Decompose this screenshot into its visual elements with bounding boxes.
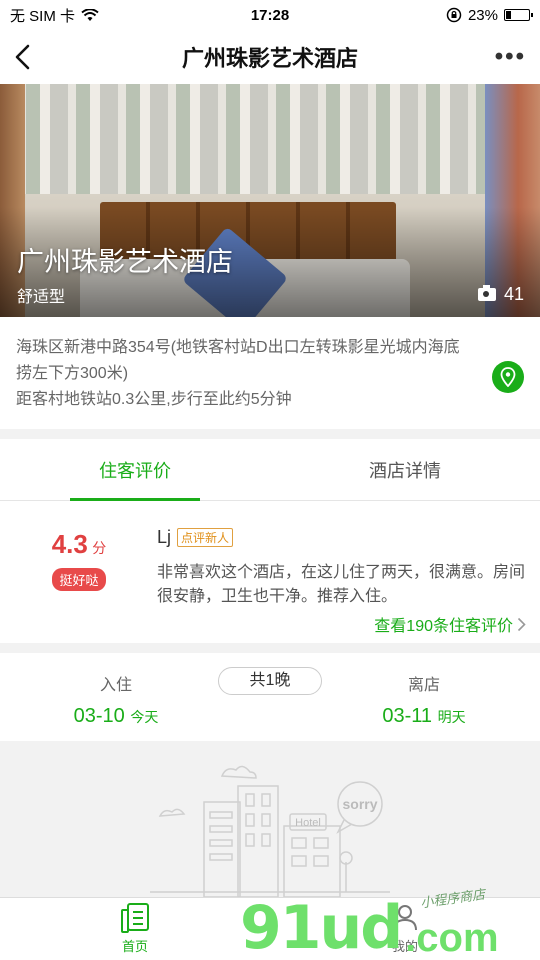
- tabbar-home[interactable]: 首页: [95, 902, 175, 955]
- distance-text: 距客村地铁站0.3公里,步行至此约5分钟: [16, 391, 292, 408]
- camera-icon: [477, 285, 496, 301]
- hotel-photo[interactable]: 广州珠影艺术酒店 舒适型 41: [0, 84, 540, 317]
- status-bar: 无 SIM 卡 17:28 23%: [0, 0, 540, 30]
- more-reviews-link[interactable]: 查看190条住客评价: [374, 612, 526, 636]
- reviewer-name: Lj: [157, 527, 172, 547]
- home-doc-icon: [121, 903, 149, 933]
- reviewer-tag: 点评新人: [177, 528, 234, 547]
- bottom-tab-bar: 首页 我的: [0, 897, 540, 960]
- battery-fill: [506, 11, 512, 19]
- checkout-date: 03-11: [382, 705, 433, 727]
- chevron-right-icon: [517, 617, 526, 631]
- checkin-block[interactable]: 入住 03-10 今天: [46, 671, 186, 728]
- nav-bar: 广州珠影艺术酒店 •••: [0, 30, 540, 84]
- score-block: 4.3 分 挺好哒: [44, 529, 114, 591]
- wallpaper-decor: [0, 84, 540, 194]
- score-badge: 挺好哒: [52, 568, 106, 591]
- hotel-name: 广州珠影艺术酒店: [17, 247, 233, 277]
- checkin-date: 03-10: [73, 705, 125, 727]
- review-text: 非常喜欢这个酒店，在这儿住了两天，很满意。房间很安静，卫生也干净。推荐入住。: [157, 564, 526, 605]
- status-right: 23%: [446, 6, 533, 24]
- tabbar-me[interactable]: 我的: [365, 902, 445, 955]
- orientation-lock-icon: [446, 7, 462, 23]
- map-button[interactable]: [492, 361, 524, 393]
- page-title: 广州珠影艺术酒店: [181, 46, 358, 71]
- tab-bar: 住客评价 酒店详情: [0, 439, 540, 501]
- checkout-block[interactable]: 离店 03-11 明天: [354, 671, 494, 728]
- tab-reviews[interactable]: 住客评价: [0, 439, 270, 501]
- checkout-label: 离店: [407, 677, 440, 694]
- location-pin-icon: [500, 367, 516, 387]
- tab-hotel-details[interactable]: 酒店详情: [270, 439, 540, 500]
- reviewer: Lj 点评新人: [157, 527, 234, 548]
- checkout-date-row: 03-11 明天: [354, 705, 494, 728]
- wifi-icon: [81, 8, 99, 21]
- checkin-date-row: 03-10 今天: [46, 705, 186, 728]
- checkin-day: 今天: [130, 709, 159, 725]
- battery-icon: [504, 9, 533, 21]
- user-icon: [393, 905, 417, 931]
- nights-badge: 共1晚: [218, 667, 322, 695]
- tabbar-home-label: 首页: [121, 939, 148, 954]
- empty-hotel-illustration: Hotel sorry: [150, 765, 390, 897]
- address-text: 海珠区新港中路354号(地铁客村站D出口左转珠影星光城内海底捞左下方300米): [16, 339, 460, 382]
- battery-text: 23%: [467, 6, 498, 24]
- review-card: 4.3 分 挺好哒 Lj 点评新人 非常喜欢这个酒店，在这儿住了两天，很满意。房…: [0, 501, 540, 643]
- more-button[interactable]: •••: [495, 45, 526, 69]
- score-value: 4.3: [51, 529, 88, 559]
- photo-count[interactable]: 41: [477, 284, 524, 305]
- empty-state: Hotel sorry: [0, 742, 540, 897]
- photo-count-text: 41: [503, 284, 524, 304]
- more-reviews-text: 查看190条住客评价: [374, 618, 513, 635]
- tabbar-me-label: 我的: [391, 939, 418, 954]
- back-button[interactable]: [14, 37, 42, 77]
- checkout-day: 明天: [437, 709, 466, 725]
- hotel-sign-text: Hotel: [295, 817, 321, 829]
- address-section[interactable]: 海珠区新港中路354号(地铁客村站D出口左转珠影星光城内海底捞左下方300米) …: [0, 317, 540, 429]
- chevron-left-icon: [15, 44, 30, 70]
- status-left: 无 SIM 卡: [10, 5, 99, 26]
- score-unit: 分: [92, 540, 107, 556]
- carrier-text: 无 SIM 卡: [10, 7, 76, 25]
- checkin-label: 入住: [99, 677, 132, 694]
- hotel-type: 舒适型: [17, 289, 66, 306]
- sorry-text: sorry: [342, 796, 377, 812]
- stay-dates[interactable]: 入住 03-10 今天 共1晚 离店 03-11 明天: [0, 653, 540, 741]
